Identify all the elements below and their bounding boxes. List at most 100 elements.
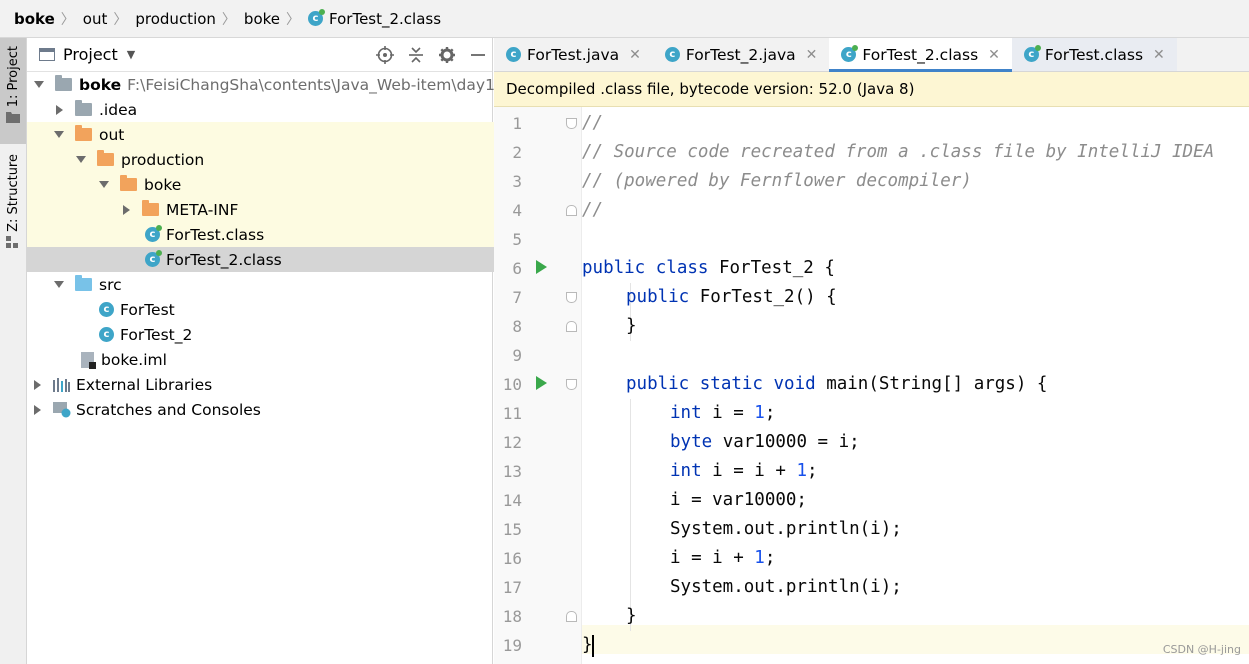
collapse-all-icon[interactable] (408, 46, 424, 64)
keyword: int (670, 403, 702, 423)
code-line-6: public class ForTest_2 { (582, 254, 835, 283)
tab-fortest-java[interactable]: c ForTest.java ✕ (494, 38, 653, 71)
code-text: i = i + (670, 548, 755, 568)
gear-icon[interactable] (438, 46, 456, 64)
class-file-icon: c (841, 45, 859, 62)
tree-item-boke-iml[interactable]: boke.iml (27, 347, 547, 372)
indent-guide (630, 399, 631, 631)
tree-item-idea[interactable]: .idea (27, 97, 520, 122)
java-class-icon: c (664, 47, 680, 62)
chevron-down-icon[interactable]: ▼ (127, 48, 135, 61)
line-number: 9 (512, 346, 522, 365)
fold-marker-icon[interactable] (566, 118, 577, 129)
expand-arrow-icon[interactable] (99, 181, 109, 188)
tab-fortest-class[interactable]: c ForTest.class ✕ (1011, 38, 1177, 71)
code-text: main(String[] args) { (815, 374, 1048, 394)
expand-arrow-icon[interactable] (123, 204, 130, 215)
breadcrumb-item-boke[interactable]: boke 〉 (244, 9, 308, 29)
class-file-icon: c (145, 250, 162, 267)
run-icon[interactable] (536, 376, 547, 390)
close-icon[interactable]: ✕ (629, 47, 641, 63)
tree-item-src[interactable]: src (27, 272, 520, 297)
tree-item-fortest[interactable]: c ForTest (27, 297, 565, 322)
tab-label: ForTest.class (1044, 45, 1144, 64)
code-text: ; (806, 461, 818, 481)
line-number: 15 (502, 520, 522, 539)
tree-item-out[interactable]: out (27, 122, 520, 147)
line-number: 8 (512, 317, 522, 336)
tree-item-label: boke (144, 175, 182, 194)
chevron-right-icon: 〉 (286, 11, 301, 28)
close-icon[interactable]: ✕ (806, 47, 818, 63)
tree-item-label: ForTest.class (166, 225, 265, 244)
breadcrumb-label: ForTest_2.class (329, 9, 442, 28)
tree-item-boke-output[interactable]: boke (27, 172, 565, 197)
tree-item-label: META-INF (166, 200, 239, 219)
project-panel: Project ▼ boke F:\FeisiChangSha\contents… (27, 38, 611, 664)
line-number: 6 (512, 259, 522, 278)
code-text: ForTest_2() { (689, 287, 837, 307)
tree-item-scratches[interactable]: Scratches and Consoles (27, 397, 498, 422)
code-line-17: System.out.println(i); (670, 577, 902, 597)
code-text: ForTest_2 { (708, 258, 835, 278)
excluded-folder-icon (75, 125, 92, 141)
fold-marker-icon[interactable] (566, 611, 577, 622)
tree-item-label: out (99, 125, 125, 144)
chevron-right-icon: 〉 (60, 11, 75, 28)
tree-item-fortest2[interactable]: c ForTest_2 (27, 322, 565, 347)
fold-marker-icon[interactable] (566, 321, 577, 332)
tree-item-boke-root[interactable]: boke F:\FeisiChangSha\contents\Java_Web-… (27, 72, 500, 97)
project-header-tools (362, 38, 486, 72)
expand-arrow-icon[interactable] (54, 131, 64, 138)
hide-panel-icon[interactable] (470, 46, 486, 64)
fold-marker-icon[interactable] (566, 379, 577, 390)
tree-item-external-libraries[interactable]: External Libraries (27, 372, 498, 397)
code-line-15: System.out.println(i); (670, 519, 902, 539)
code-text: i = (701, 403, 755, 423)
expand-arrow-icon[interactable] (54, 281, 64, 288)
tab-fortest2-class[interactable]: c ForTest_2.class ✕ (829, 38, 1012, 72)
breadcrumb-item-file[interactable]: c ForTest_2.class (308, 9, 442, 28)
code-line-14: i = var10000; (670, 490, 807, 510)
fold-marker-icon[interactable] (566, 205, 577, 216)
current-line-highlight (582, 625, 1249, 654)
class-file-icon: c (145, 225, 162, 242)
tree-item-label: ForTest_2 (120, 325, 193, 344)
expand-arrow-icon[interactable] (34, 379, 41, 390)
close-icon[interactable]: ✕ (988, 47, 1000, 63)
decompiled-banner: Decompiled .class file, bytecode version… (494, 72, 1249, 107)
breadcrumb-label: out (82, 9, 108, 28)
line-number: 1 (512, 114, 522, 133)
breadcrumb: boke 〉 out 〉 production 〉 boke 〉 c ForTest_2.… (0, 0, 1249, 38)
folder-icon (75, 100, 92, 116)
line-number: 7 (512, 288, 522, 307)
expand-arrow-icon[interactable] (56, 104, 63, 115)
line-number: 12 (502, 433, 522, 452)
code-line-7: public ForTest_2() { (626, 283, 837, 312)
line-number: 11 (502, 404, 522, 423)
locate-target-icon[interactable] (376, 46, 394, 64)
run-icon[interactable] (536, 260, 547, 274)
fold-marker-icon[interactable] (566, 292, 577, 303)
chevron-right-icon: 〉 (113, 11, 128, 28)
tree-item-production[interactable]: production (27, 147, 542, 172)
breadcrumb-item-out[interactable]: out 〉 (83, 9, 136, 29)
java-class-icon: c (99, 327, 114, 342)
expand-arrow-icon[interactable] (34, 81, 44, 88)
tab-structure-toolwindow[interactable]: Z: Structure (0, 148, 26, 248)
text-caret (592, 635, 594, 657)
tab-fortest2-java[interactable]: c ForTest_2.java ✕ (653, 38, 830, 71)
breadcrumb-item-production[interactable]: production 〉 (135, 9, 244, 29)
expand-arrow-icon[interactable] (34, 404, 41, 415)
expand-arrow-icon[interactable] (76, 156, 86, 163)
code-text: ; (764, 548, 776, 568)
close-icon[interactable]: ✕ (1153, 47, 1165, 63)
tree-item-label: ForTest (120, 300, 175, 319)
tab-label: ForTest.java (527, 45, 620, 64)
code-line-16: i = i + 1; (670, 544, 775, 573)
breadcrumb-item-project[interactable]: boke 〉 (14, 9, 83, 29)
code-line-3: // (powered by Fernflower decompiler) (582, 171, 972, 191)
project-view-selector[interactable]: Project (63, 45, 118, 64)
code-area[interactable]: 1 2 3 4 5 6 7 8 9 10 11 12 13 14 15 16 1… (494, 107, 1249, 664)
tab-project-toolwindow[interactable]: 1: Project (0, 38, 26, 144)
